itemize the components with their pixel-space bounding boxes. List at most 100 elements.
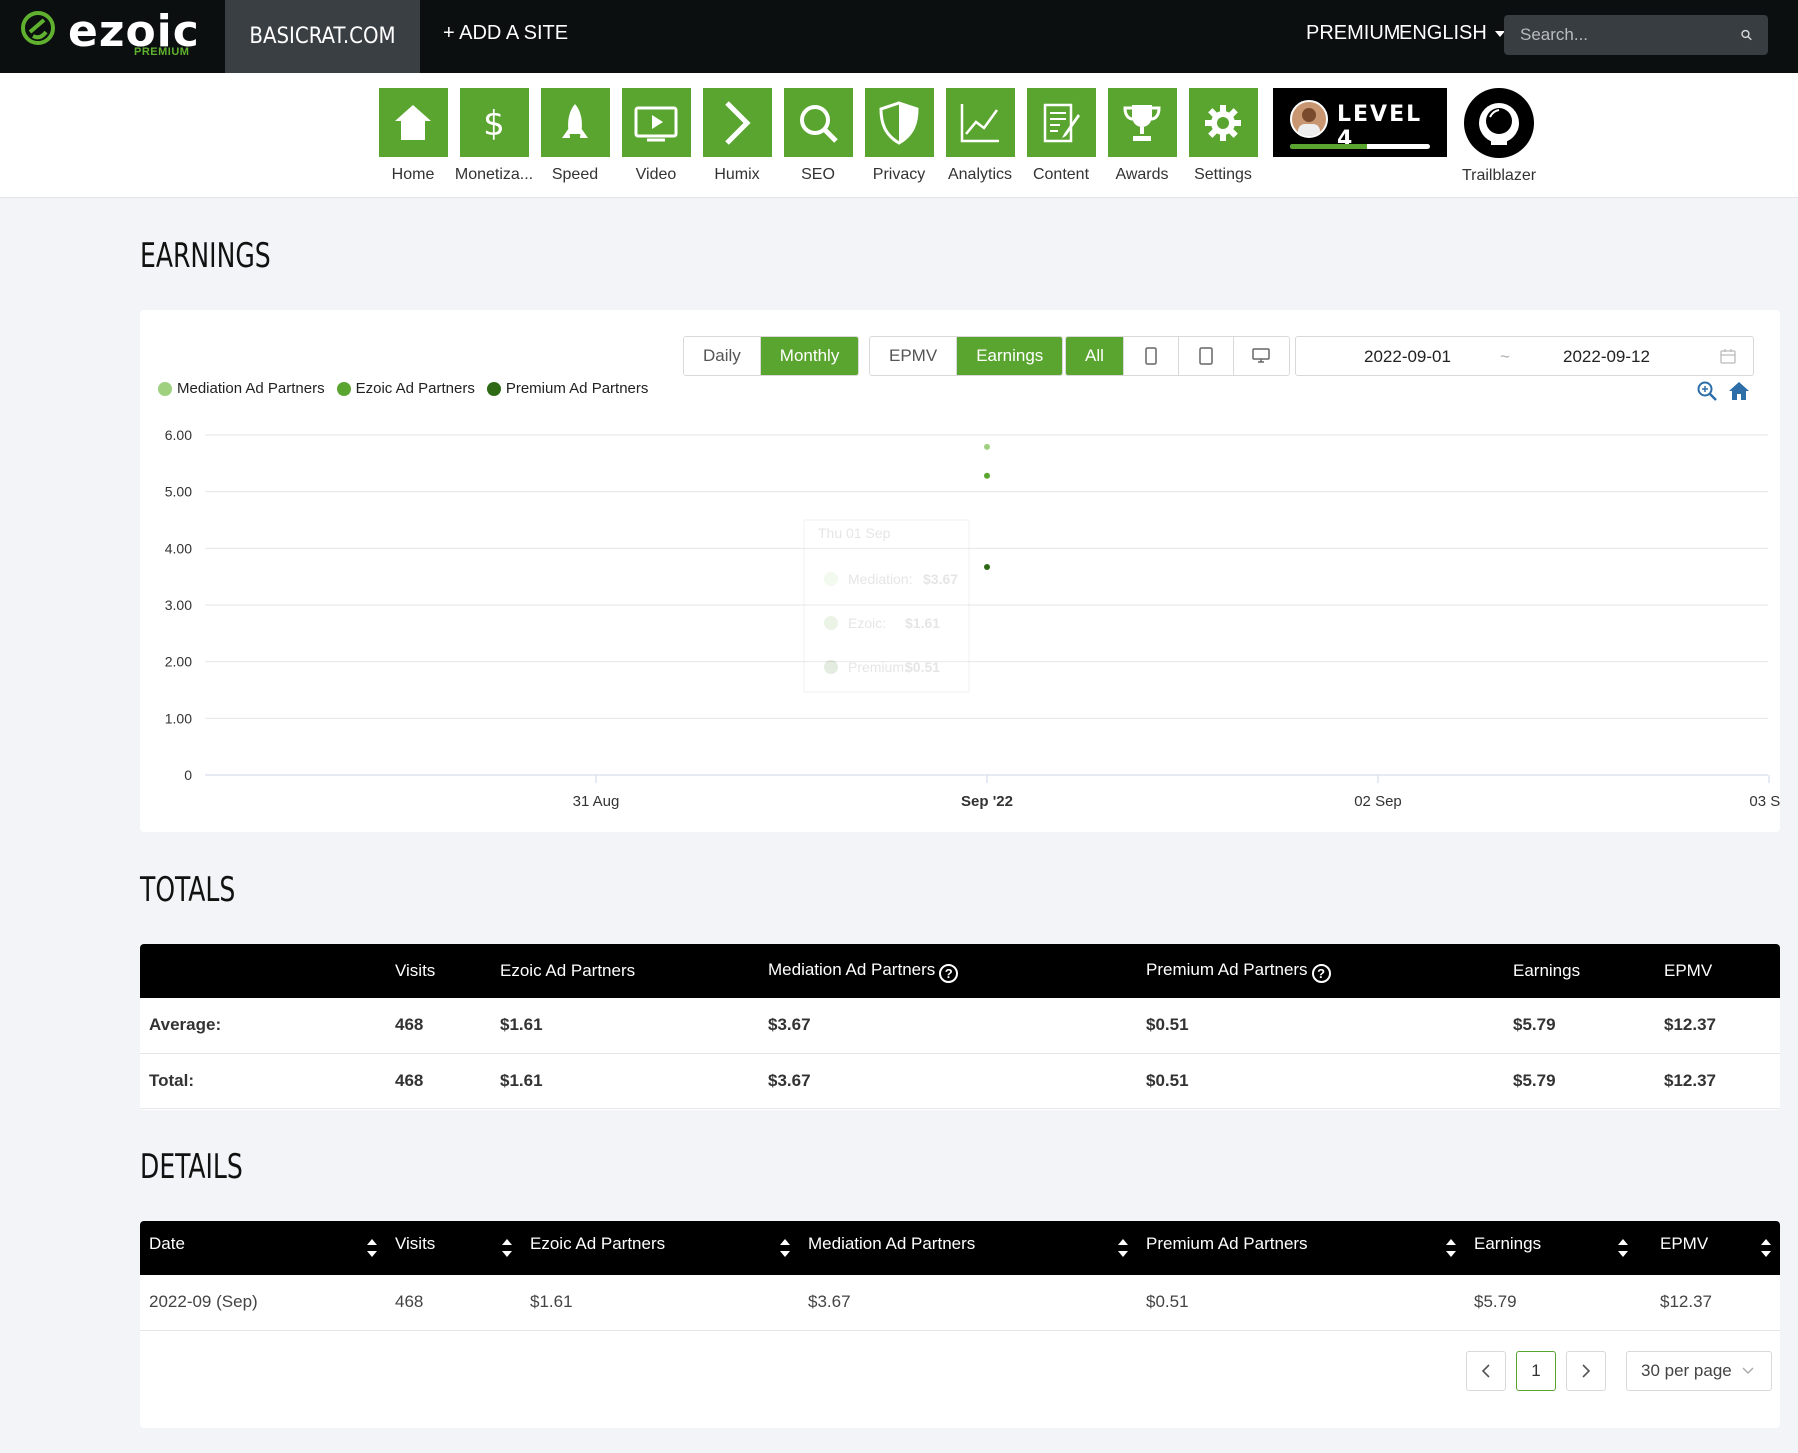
ezoic-logo[interactable]: ezoic PREMIUM — [20, 6, 210, 60]
legend-swatch — [158, 381, 172, 396]
totals-header-row: Visits Ezoic Ad Partners Mediation Ad Pa… — [140, 944, 1780, 998]
premium-link[interactable]: PREMIUM — [1306, 22, 1400, 45]
period-daily-button[interactable]: Daily — [684, 337, 761, 375]
date-range-picker[interactable]: 2022-09-01 ~ 2022-09-12 — [1295, 336, 1754, 376]
dollar-icon: $ — [483, 104, 505, 144]
search-box — [1504, 15, 1768, 55]
metric-earnings-button[interactable]: Earnings — [957, 337, 1063, 375]
reset-home-icon[interactable] — [1728, 380, 1750, 402]
nav-speed[interactable]: Speed — [535, 88, 615, 184]
details-header-visits[interactable]: Visits — [386, 1221, 521, 1275]
header-label: Date — [149, 1234, 185, 1253]
nav-humix[interactable]: Humix — [697, 88, 777, 184]
details-header-premium[interactable]: Premium Ad Partners — [1137, 1221, 1465, 1275]
pager-page-button[interactable]: 1 — [1516, 1351, 1556, 1391]
desktop-icon — [1252, 348, 1271, 363]
zoom-icon[interactable] — [1696, 380, 1718, 402]
totals-card: Visits Ezoic Ad Partners Mediation Ad Pa… — [140, 944, 1780, 1110]
nav-video[interactable]: Video — [616, 88, 696, 184]
help-icon[interactable]: ? — [939, 963, 959, 983]
totals-header-earnings: Earnings — [1513, 961, 1581, 980]
sort-icon[interactable] — [1618, 1236, 1628, 1262]
nav-monetization[interactable]: $ Monetiza... — [454, 88, 534, 184]
header-label: Earnings — [1474, 1234, 1542, 1253]
calendar-icon[interactable] — [1720, 348, 1736, 364]
header-label: Premium Ad Partners — [1146, 959, 1308, 979]
date-to[interactable]: 2022-09-12 — [1563, 347, 1650, 367]
help-icon[interactable]: ? — [1311, 963, 1331, 983]
sort-icon[interactable] — [1446, 1236, 1456, 1262]
pager-prev-button[interactable] — [1466, 1351, 1506, 1391]
device-all-button[interactable]: All — [1066, 337, 1124, 375]
nav-label: Monetiza... — [454, 166, 534, 183]
nav-label: Settings — [1194, 166, 1252, 183]
details-header-earnings[interactable]: Earnings — [1465, 1221, 1637, 1275]
details-card: Date Visits Ezoic Ad Partners Mediation … — [140, 1221, 1780, 1428]
nav-seo[interactable]: SEO — [778, 88, 858, 184]
add-site-link[interactable]: + ADD A SITE — [443, 22, 568, 45]
site-tab-label: BASICRAT.COM — [249, 24, 396, 49]
language-label: ENGLISH — [1399, 22, 1487, 44]
legend-label: Mediation Ad Partners — [177, 380, 325, 397]
cell: $5.79 — [1465, 1275, 1637, 1331]
table-row: Average: 468 $1.61 $3.67 $0.51 $5.79 $12… — [140, 998, 1780, 1054]
details-header-mediation[interactable]: Mediation Ad Partners — [799, 1221, 1137, 1275]
cell: $5.79 — [1504, 1053, 1655, 1109]
sort-icon[interactable] — [1118, 1236, 1128, 1262]
magnifier-icon — [800, 104, 838, 143]
nav-label: Video — [635, 166, 677, 183]
device-tablet-button[interactable] — [1178, 337, 1234, 375]
sort-icon[interactable] — [780, 1236, 790, 1262]
totals-header-premium: Premium Ad Partners? — [1137, 944, 1504, 998]
legend-item-mediation[interactable]: Mediation Ad Partners — [158, 380, 325, 397]
totals-header-mediation: Mediation Ad Partners? — [759, 944, 1137, 998]
cell: $0.51 — [1137, 1053, 1504, 1109]
device-toggle: All — [1065, 336, 1290, 376]
details-header-epmv[interactable]: EPMV — [1637, 1221, 1780, 1275]
svg-text:$: $ — [483, 104, 505, 144]
sort-icon[interactable] — [1761, 1236, 1771, 1262]
cell: $3.67 — [799, 1275, 1137, 1331]
header-label: Premium Ad Partners — [1146, 1234, 1308, 1253]
nav-label: Privacy — [872, 166, 926, 183]
trailblazer-badge[interactable]: Trailblazer — [1458, 88, 1540, 185]
nav-home[interactable]: Home — [373, 88, 453, 184]
legend-label: Premium Ad Partners — [505, 380, 649, 397]
sort-icon[interactable] — [367, 1236, 377, 1262]
sort-icon[interactable] — [502, 1236, 512, 1262]
y-tick-label: 5.00 — [165, 484, 192, 500]
gear-icon — [1205, 104, 1241, 141]
chart-tooltip: Thu 01 Sep Mediation: $3.67 Ezoic: $1.61 Prem… — [803, 519, 970, 693]
x-tick-label: Sep '22 — [961, 793, 1013, 810]
data-point — [984, 564, 990, 571]
cell: 468 — [386, 1275, 521, 1331]
metric-epmv-button[interactable]: EPMV — [870, 337, 958, 375]
details-header-date[interactable]: Date — [140, 1221, 386, 1275]
language-dropdown[interactable]: ENGLISH — [1399, 22, 1505, 45]
legend-item-premium[interactable]: Premium Ad Partners — [486, 380, 649, 397]
tooltip-swatch — [824, 660, 838, 674]
site-tab-basicrat[interactable]: BASICRAT.COM — [225, 0, 420, 73]
pager-next-button[interactable] — [1566, 1351, 1606, 1391]
legend-swatch — [336, 381, 351, 396]
video-play-icon — [634, 106, 678, 141]
search-icon[interactable] — [1741, 27, 1752, 43]
device-mobile-button[interactable] — [1123, 337, 1179, 375]
header-label: Visits — [395, 1234, 436, 1253]
nav-content[interactable]: Content — [1021, 88, 1101, 184]
nav-settings[interactable]: Settings — [1183, 88, 1263, 184]
date-from[interactable]: 2022-09-01 — [1364, 347, 1451, 367]
level-badge[interactable]: LEVEL 4 — [1273, 88, 1447, 157]
per-page-select[interactable]: 30 per page — [1626, 1351, 1772, 1391]
nav-awards[interactable]: Awards — [1102, 88, 1182, 184]
device-desktop-button[interactable] — [1233, 337, 1289, 375]
search-input[interactable] — [1520, 25, 1741, 45]
details-header-ezoic[interactable]: Ezoic Ad Partners — [521, 1221, 799, 1275]
period-monthly-button[interactable]: Monthly — [760, 337, 859, 375]
nav-analytics[interactable]: Analytics — [940, 88, 1020, 184]
cell: $12.37 — [1655, 998, 1780, 1054]
nav-privacy[interactable]: Privacy — [859, 88, 939, 184]
legend-item-ezoic[interactable]: Ezoic Ad Partners — [336, 380, 475, 397]
cell: $3.67 — [759, 998, 1137, 1054]
legend-label: Ezoic Ad Partners — [355, 380, 475, 397]
